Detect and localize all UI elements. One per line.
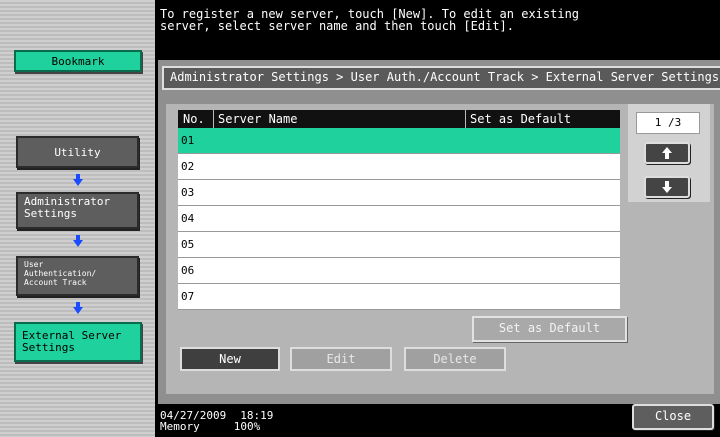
- table-row[interactable]: 04: [178, 206, 620, 232]
- table-row[interactable]: 07: [178, 284, 620, 310]
- arrow-down-icon: [73, 174, 83, 186]
- table-row[interactable]: 01: [178, 128, 620, 154]
- breadcrumb: Administrator Settings > User Auth./Acco…: [162, 66, 720, 90]
- close-button[interactable]: Close: [632, 404, 714, 430]
- page-up-button[interactable]: [644, 142, 690, 164]
- row-number: 02: [181, 160, 195, 173]
- new-button[interactable]: New: [180, 347, 280, 371]
- pager: 1 /3: [628, 104, 710, 202]
- row-number: 07: [181, 290, 195, 303]
- table-row[interactable]: 06: [178, 258, 620, 284]
- edit-button[interactable]: Edit: [290, 347, 392, 371]
- nav-user-authentication-button[interactable]: User Authentication/ Account Track: [16, 256, 139, 296]
- nav-administrator-settings-button[interactable]: Administrator Settings: [16, 192, 139, 229]
- row-number: 04: [181, 212, 195, 225]
- delete-button[interactable]: Delete: [404, 347, 506, 371]
- page-down-button[interactable]: [644, 176, 690, 198]
- memory-label: Memory: [160, 420, 200, 433]
- sidebar: Bookmark Utility Administrator Settings …: [0, 0, 155, 437]
- column-header-no: No.: [178, 110, 214, 128]
- nav-utility-button[interactable]: Utility: [16, 136, 139, 168]
- memory-value: 100%: [233, 420, 261, 433]
- row-number: 05: [181, 238, 195, 251]
- arrow-up-icon: [662, 147, 672, 159]
- table-row[interactable]: 05: [178, 232, 620, 258]
- server-list-panel: No. Server Name Set as Default 01 02 03 …: [166, 104, 714, 394]
- table-row[interactable]: 03: [178, 180, 620, 206]
- row-number: 03: [181, 186, 195, 199]
- table-row[interactable]: 02: [178, 154, 620, 180]
- row-number: 06: [181, 264, 195, 277]
- main-panel: Administrator Settings > User Auth./Acco…: [158, 60, 720, 404]
- server-table: No. Server Name Set as Default 01 02 03 …: [178, 110, 620, 310]
- column-header-set-as-default: Set as Default: [470, 112, 572, 126]
- page-indicator: 1 /3: [636, 112, 700, 134]
- column-header-server-name: Server Name: [214, 110, 466, 128]
- nav-external-server-settings-button[interactable]: External Server Settings: [14, 322, 142, 362]
- arrow-down-icon: [662, 181, 672, 193]
- instruction-message: To register a new server, touch [New]. T…: [160, 7, 580, 33]
- row-number: 01: [181, 134, 195, 147]
- set-as-default-button[interactable]: Set as Default: [472, 316, 627, 342]
- status-bar: 04/27/2009 18:19 Memory 100%: [160, 410, 273, 432]
- bookmark-button[interactable]: Bookmark: [14, 50, 142, 72]
- table-header: No. Server Name Set as Default: [178, 110, 620, 128]
- arrow-down-icon: [73, 302, 83, 314]
- arrow-down-icon: [73, 235, 83, 247]
